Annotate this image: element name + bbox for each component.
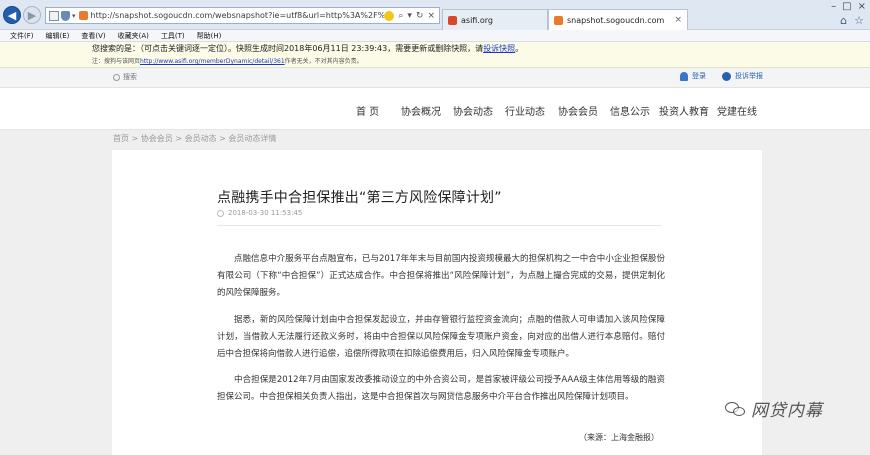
article-paragraph: 中合担保是2012年7月由国家发改委推动设立的中外合资公司，是首家被评级公司授予… xyxy=(217,375,665,402)
search-input[interactable]: 搜索 xyxy=(123,72,137,82)
article-paragraph: 点融信息中介服务平台点融宣布，已与2017年年末与目前国内投资规模最大的担保机构… xyxy=(217,254,665,298)
maximize-button[interactable]: □ xyxy=(842,1,851,12)
original-page-link[interactable]: http://www.asifi.org/memberDynamic/detai… xyxy=(140,58,285,65)
chevron-down-icon[interactable]: ▾ xyxy=(407,11,412,21)
minimize-button[interactable]: – xyxy=(831,1,836,12)
complain-snapshot-link[interactable]: 投诉快照 xyxy=(483,44,515,53)
refresh-icon[interactable]: ↻ xyxy=(416,11,424,21)
title-divider xyxy=(217,225,662,226)
article-title: 点融携手中合担保推出“第三方风险保障计划” xyxy=(217,190,502,206)
nav-industry-news[interactable]: 行业动态 xyxy=(505,103,545,118)
nav-association-news[interactable]: 协会动态 xyxy=(453,103,493,118)
user-icon xyxy=(680,71,688,81)
snapshot-disclaimer: 注：搜狗与该网页http://www.asifi.org/memberDynam… xyxy=(92,56,363,65)
snapshot-info-text: 您搜索的是：（可点击关键词逐一定位）。快照生成时间2018年06月11日 23:… xyxy=(92,44,484,53)
home-icon[interactable]: ⌂ xyxy=(840,14,847,27)
tab-close-icon[interactable]: × xyxy=(674,15,682,25)
disclaimer-prefix: 注：搜狗与该网页 xyxy=(92,58,141,65)
report-icon xyxy=(722,71,731,81)
back-button[interactable]: ◀ xyxy=(3,6,21,24)
nav-disclosure[interactable]: 信息公示 xyxy=(610,103,650,118)
watermark: 网贷内幕 xyxy=(725,396,823,421)
tab-snapshot[interactable]: snapshot.sogoucdn.com × xyxy=(548,9,688,30)
menu-bar: 文件(F) 编辑(E) 查看(V) 收藏夹(A) 工具(T) 帮助(H) xyxy=(0,30,870,42)
menu-help[interactable]: 帮助(H) xyxy=(197,31,222,41)
favorites-icon[interactable]: ☆ xyxy=(854,14,864,27)
arrow-right-icon: ▶ xyxy=(27,8,37,22)
extension-icon[interactable] xyxy=(384,10,395,21)
site-topbar: 搜索 登录 投诉举报 xyxy=(0,68,870,88)
login-link[interactable]: 登录 xyxy=(692,71,706,81)
article-date: 2018-03-30 11:53:45 xyxy=(217,209,302,217)
tab-label: asifi.org xyxy=(461,15,493,25)
nav-members[interactable]: 协会会员 xyxy=(558,103,598,118)
site-favicon-icon xyxy=(78,11,88,20)
watermark-text: 网贷内幕 xyxy=(751,401,823,421)
article-paragraph: 据悉，新的风险保障计划由中合担保发起设立，并由存管银行监控资金流向；点融的借款人… xyxy=(217,315,665,359)
shield-icon[interactable] xyxy=(61,10,70,21)
tab-asifi[interactable]: asifi.org xyxy=(442,9,548,30)
page-icon xyxy=(49,10,59,21)
article-source: （来源：上海金融报） xyxy=(579,433,659,442)
snapshot-info-suffix: 。 xyxy=(515,44,524,53)
user-area: 登录 投诉举报 xyxy=(680,71,763,81)
address-bar[interactable]: ▾ http://snapshot.sogoucdn.com/websnapsh… xyxy=(45,7,440,24)
disclaimer-suffix: 作者无关，不对其内容负责。 xyxy=(284,58,363,65)
wechat-icon xyxy=(725,400,747,418)
nav-party-building[interactable]: 党建在线 xyxy=(717,103,757,118)
search-icon xyxy=(113,73,120,81)
search-icon[interactable]: ⌕ xyxy=(398,11,403,21)
close-window-button[interactable]: × xyxy=(858,1,866,12)
nav-home[interactable]: 首 页 xyxy=(356,103,379,118)
nav-investor-education[interactable]: 投资人教育 xyxy=(659,103,709,118)
clock-icon xyxy=(217,209,224,217)
menu-file[interactable]: 文件(F) xyxy=(10,31,34,41)
article-date-text: 2018-03-30 11:53:45 xyxy=(228,209,303,217)
menu-tools[interactable]: 工具(T) xyxy=(161,31,185,41)
snapshot-notice: 您搜索的是：（可点击关键词逐一定位）。快照生成时间2018年06月11日 23:… xyxy=(0,42,870,68)
url-text[interactable]: http://snapshot.sogoucdn.com/websnapshot… xyxy=(91,11,385,20)
chevron-down-icon[interactable]: ▾ xyxy=(72,12,76,20)
menu-favorites[interactable]: 收藏夹(A) xyxy=(118,31,149,41)
menu-view[interactable]: 查看(V) xyxy=(81,31,105,41)
main-nav: 首 页 协会概况 协会动态 行业动态 协会会员 信息公示 投资人教育 党建在线 xyxy=(0,88,870,130)
tab-favicon-icon xyxy=(448,15,457,25)
report-link[interactable]: 投诉举报 xyxy=(735,71,763,81)
menu-edit[interactable]: 编辑(E) xyxy=(46,31,70,41)
browser-titlebar: ◀ ▶ ▾ http://snapshot.sogoucdn.com/websn… xyxy=(0,0,870,30)
close-icon[interactable]: × xyxy=(427,11,435,21)
snapshot-info-line: 您搜索的是：（可点击关键词逐一定位）。快照生成时间2018年06月11日 23:… xyxy=(92,43,523,54)
forward-button[interactable]: ▶ xyxy=(23,6,41,24)
nav-about[interactable]: 协会概况 xyxy=(401,103,441,118)
tab-label: snapshot.sogoucdn.com xyxy=(567,15,665,25)
tab-favicon-icon xyxy=(554,15,563,25)
site-search[interactable]: 搜索 xyxy=(113,72,137,82)
article-panel: 点融携手中合担保推出“第三方风险保障计划” 2018-03-30 11:53:4… xyxy=(112,150,762,455)
breadcrumb[interactable]: 首页 > 协会会员 > 会员动态 > 会员动态详情 xyxy=(113,133,276,144)
arrow-left-icon: ◀ xyxy=(7,8,17,22)
